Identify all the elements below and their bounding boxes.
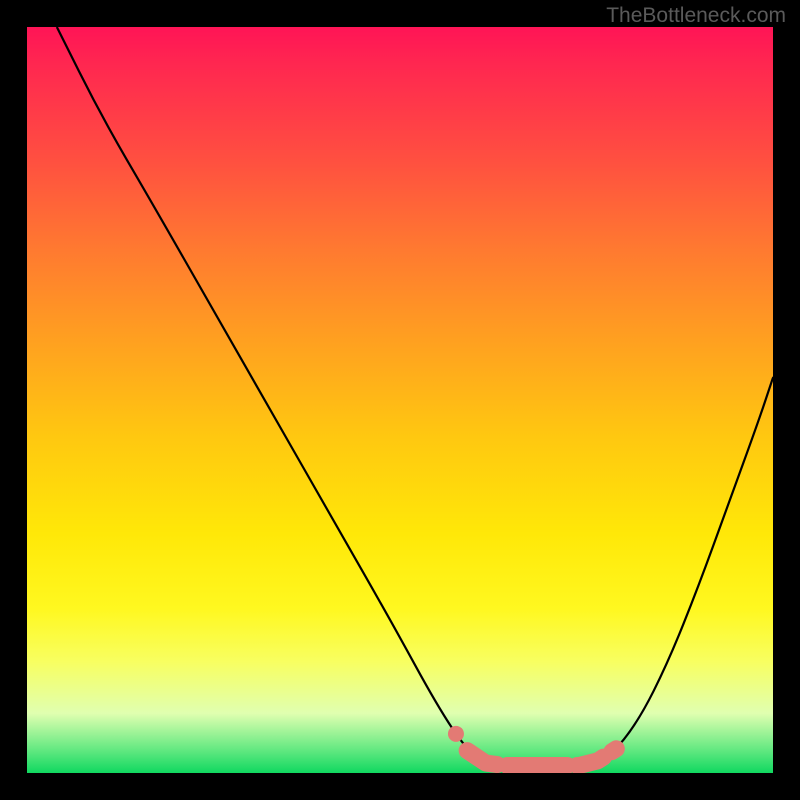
bottleneck-curve-line — [57, 27, 773, 766]
curve-svg — [27, 27, 773, 773]
chart-plot-area — [27, 27, 773, 773]
attribution-text: TheBottleneck.com — [606, 4, 786, 28]
highlight-segment — [448, 726, 616, 766]
